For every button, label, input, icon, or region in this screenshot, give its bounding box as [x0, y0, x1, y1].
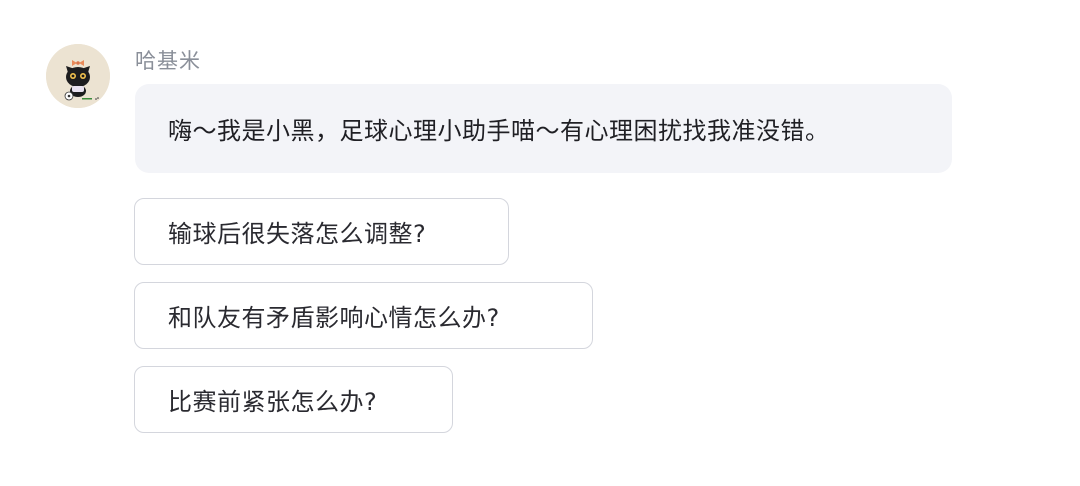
suggestion-label: 比赛前紧张怎么办? [168, 388, 378, 416]
suggestion-button-lost-match[interactable]: 输球后很失落怎么调整? [134, 198, 509, 265]
suggestion-label: 和队友有矛盾影响心情怎么办? [168, 304, 500, 332]
suggestion-button-pre-match-nerves[interactable]: 比赛前紧张怎么办? [134, 366, 453, 433]
message-bubble: 嗨～我是小黑，足球心理小助手喵～有心理困扰找我准没错。 [135, 84, 952, 173]
sender-name: 哈基米 [135, 49, 201, 73]
suggestion-label: 输球后很失落怎么调整? [168, 220, 427, 248]
avatar[interactable] [46, 44, 110, 108]
chat-message-group: 哈基米 嗨～我是小黑，足球心理小助手喵～有心理困扰找我准没错。 输球后很失落怎么… [0, 0, 1080, 486]
suggestion-button-teammate-conflict[interactable]: 和队友有矛盾影响心情怎么办? [134, 282, 593, 349]
black-cat-avatar-icon [46, 44, 110, 108]
message-text: 嗨～我是小黑，足球心理小助手喵～有心理困扰找我准没错。 [168, 117, 830, 145]
